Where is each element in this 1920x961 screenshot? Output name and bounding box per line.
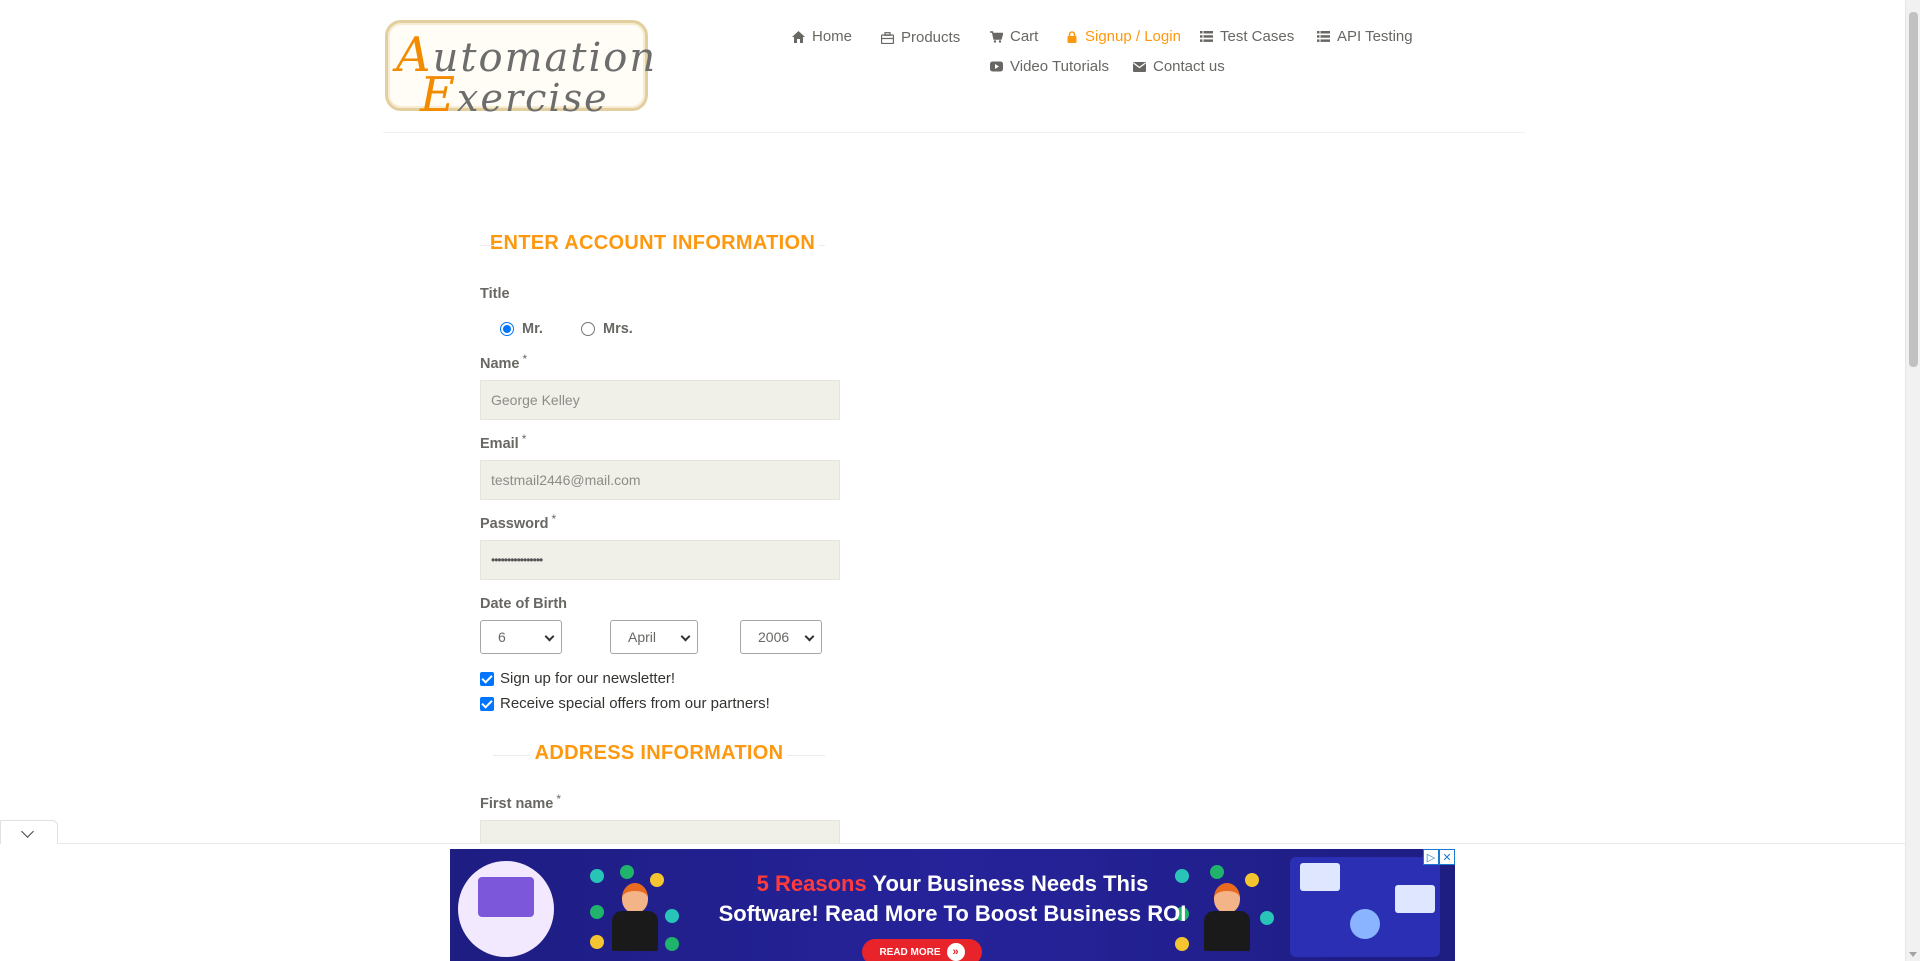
name-field[interactable]: George Kelley [480, 380, 840, 420]
close-icon[interactable]: ✕ [1439, 849, 1455, 865]
newsletter-checkbox[interactable]: Sign up for our newsletter! [480, 670, 675, 687]
first-name-field[interactable] [480, 820, 840, 844]
site-header: Automation Exercise [383, 0, 1525, 133]
address-info-heading: ADDRESS INFORMATION [493, 742, 825, 765]
ad-banner[interactable]: 5 Reasons Your Business Needs This Softw… [450, 849, 1455, 961]
dob-label: Date of Birth [480, 596, 567, 612]
cart-icon [990, 30, 1003, 43]
scrollbar-thumb[interactable] [1909, 12, 1918, 367]
lock-icon [1065, 30, 1078, 43]
ad-badges: ▷ ✕ [1423, 849, 1455, 865]
dob-day-select[interactable]: 6 [480, 620, 562, 654]
page: Automation Exercise Home Products Cart S… [0, 0, 1920, 961]
ad-collapse-button[interactable] [0, 820, 58, 844]
nav-api-testing[interactable]: API Testing [1317, 28, 1413, 45]
nav-home[interactable]: Home [792, 28, 852, 45]
radio-indicator[interactable] [500, 322, 514, 336]
chevron-down-icon [804, 631, 815, 642]
first-name-label: First name * [480, 792, 562, 812]
youtube-icon [990, 60, 1003, 73]
dob-month-select[interactable]: April [610, 620, 698, 654]
title-mr-radio[interactable]: Mr. [500, 321, 543, 337]
ad-read-more-button[interactable]: READ MORE » [862, 939, 982, 961]
ad-headline-line2: Software! Read More To Boost Business RO… [718, 901, 1187, 926]
chevron-down-icon [544, 631, 555, 642]
adchoices-icon[interactable]: ▷ [1423, 849, 1439, 865]
nav-test-cases[interactable]: Test Cases [1200, 28, 1294, 45]
password-label: Password * [480, 512, 557, 532]
dob-year-select[interactable]: 2006 [740, 620, 822, 654]
nav-cart[interactable]: Cart [990, 28, 1038, 45]
page-scrollbar[interactable] [1905, 0, 1920, 961]
account-info-heading: ENTER ACCOUNT INFORMATION [480, 232, 825, 255]
scroll-down-arrow[interactable] [1909, 952, 1917, 957]
list-icon [1317, 30, 1330, 43]
email-label: Email * [480, 432, 527, 452]
password-field[interactable]: •••••••••••••••• [480, 540, 840, 580]
chevron-down-icon [21, 825, 34, 838]
envelope-icon [1133, 60, 1146, 73]
site-logo[interactable]: Automation Exercise [385, 20, 655, 123]
title-label: Title [480, 286, 510, 302]
chevron-down-icon [680, 631, 691, 642]
ad-headline-line1: 5 Reasons Your Business Needs This [756, 871, 1149, 896]
briefcase-icon [881, 31, 894, 44]
nav-contact-us[interactable]: Contact us [1133, 58, 1225, 75]
list-icon [1200, 30, 1213, 43]
home-icon [792, 30, 805, 43]
email-field[interactable]: testmail2446@mail.com [480, 460, 840, 500]
nav-video-tutorials[interactable]: Video Tutorials [990, 58, 1109, 75]
name-label: Name * [480, 352, 528, 372]
logo-line-2: Exercise [420, 67, 609, 123]
title-mrs-radio[interactable]: Mrs. [581, 321, 633, 337]
checkbox-indicator[interactable] [480, 696, 494, 711]
checkbox-indicator[interactable] [480, 671, 494, 686]
radio-indicator[interactable] [581, 322, 595, 336]
double-arrow-icon: » [946, 943, 965, 961]
offers-checkbox[interactable]: Receive special offers from our partners… [480, 695, 770, 712]
nav-products[interactable]: Products [881, 29, 960, 46]
nav-signup-login[interactable]: Signup / Login [1065, 28, 1181, 45]
